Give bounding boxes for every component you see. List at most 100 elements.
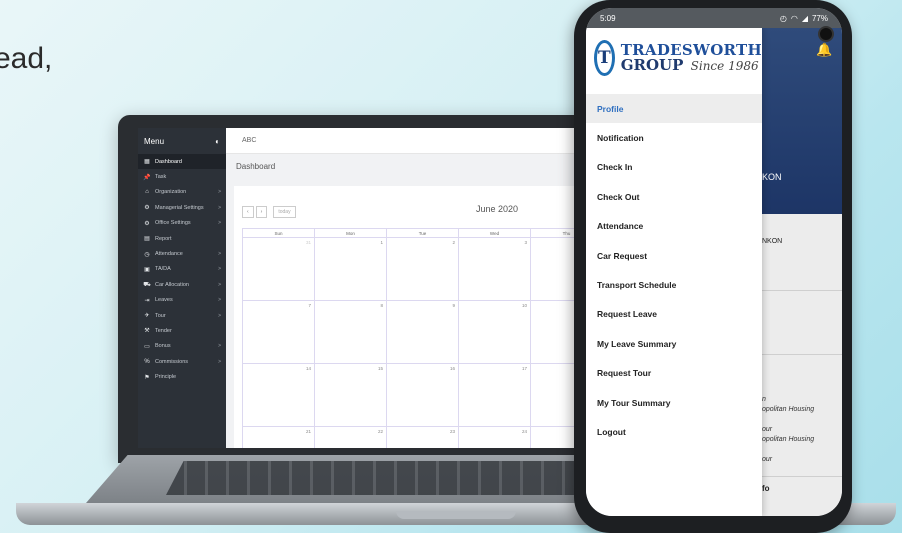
sidebar-item-label: Task [155,174,167,181]
content-line: NKON [762,238,783,245]
calendar-week-row: 21 22 23 24 [242,427,588,448]
menu-icon: ⚑ [144,374,150,381]
drawer-item[interactable]: Check Out [586,182,762,211]
sidebar-item[interactable]: ⌂ Organization > [138,185,226,200]
menu-icon: ◷ [144,251,150,258]
chevron-right-icon: > [218,266,221,273]
sidebar-item[interactable]: ⇥ Leaves > [138,293,226,308]
sidebar-item[interactable]: 📌 Task [138,169,226,184]
sidebar-item[interactable]: ▭ Bonus > [138,339,226,354]
app-topbar: ABC [226,128,588,154]
sidebar-item[interactable]: ⚑ Principle [138,369,226,384]
chevron-right-icon: > [218,189,221,196]
calendar-day-cell[interactable]: 16 [387,364,459,426]
sidebar-item[interactable]: ◷ Attendance > [138,246,226,261]
drawer-item[interactable]: Request Leave [586,300,762,329]
content-behind-drawer: NKON n opolitan Housing our opolitan Hou… [762,214,842,516]
sidebar-item[interactable]: % Commissions > [138,354,226,369]
calendar-day-cell[interactable]: 17 [459,364,531,426]
calendar-day-header: Sun Mon Tue Wed Thu [242,228,588,238]
calendar-day-cell[interactable]: 3 [459,238,531,300]
divider [762,354,842,355]
signal-icon: ◢ [801,13,808,23]
sidebar-item-label: Leaves [155,297,173,304]
calendar-day-cell[interactable]: 14 [243,364,315,426]
chevron-right-icon: > [218,297,221,304]
drawer-item[interactable]: Transport Schedule [586,270,762,299]
navigation-drawer: T TRADESWORTH GROUP Since 1986 Profile No… [586,28,762,516]
menu-icon: % [144,358,150,365]
calendar-day-cell[interactable]: 9 [387,301,459,363]
sidebar-item[interactable]: ▤ Report [138,231,226,246]
chevron-right-icon: > [218,358,221,365]
menu-icon: ✈ [144,313,150,320]
calendar-day-cell[interactable]: 21 [243,427,315,448]
drawer-item[interactable]: Request Tour [586,359,762,388]
drawer-item[interactable]: Attendance [586,212,762,241]
sidebar-item[interactable]: ✈ Tour > [138,308,226,323]
calendar-week-row: 7 8 9 10 [242,301,588,364]
bell-icon[interactable]: 🔔 [816,42,832,58]
calendar-day-cell[interactable]: 22 [315,427,387,448]
calendar-day-cell[interactable]: 10 [459,301,531,363]
content-line: our [762,426,773,433]
battery-text: 77% [811,13,828,23]
app-body: Dashboard ‹ › today June 2020 Sun Mon Tue W… [226,154,588,448]
drawer-item[interactable]: Notification [586,123,762,152]
logo-mark-icon: T [594,40,615,76]
sidebar-item-label: Tour [155,312,166,319]
sidebar-title: Menu [144,136,165,146]
calendar-day-cell[interactable]: 15 [315,364,387,426]
sidebar-item[interactable]: ⛟ Car Allocation > [138,277,226,292]
calendar-day-cell[interactable]: 2 [387,238,459,300]
sidebar-item[interactable]: ▣ TA/DA > [138,262,226,277]
chevron-right-icon: > [218,281,221,288]
sidebar-item[interactable]: ⚙ Office Settings > [138,216,226,231]
prev-month-button[interactable]: ‹ [242,206,254,218]
calendar-day-cell[interactable]: 23 [387,427,459,448]
sidebar-item-label: Car Allocation [155,281,189,288]
calendar-day-name: Mon [315,229,387,237]
calendar-card: ‹ › today June 2020 Sun Mon Tue Wed Thu 31 1 2… [234,186,588,448]
content-line: opolitan Housing [762,406,815,413]
content-line: fo [762,484,770,493]
calendar-day-cell[interactable]: 1 [315,238,387,300]
header-partial-text: KON [762,172,782,182]
menu-icon: ▦ [144,159,150,166]
drawer-item[interactable]: Check In [586,153,762,182]
sidebar-item-label: Tender [155,327,172,334]
today-button[interactable]: today [273,206,296,218]
drawer-item[interactable]: Profile [586,94,762,124]
calendar-day-cell[interactable]: 7 [243,301,315,363]
company-logo: T TRADESWORTH GROUP Since 1986 [586,28,762,88]
sidebar-item-label: Commissions [155,358,189,365]
menu-icon: ⚒ [144,328,150,335]
laptop-notch [396,511,516,519]
sidebar-item[interactable]: ⚙ Managerial Settings > [138,200,226,215]
drawer-item[interactable]: Logout [586,417,762,446]
sidebar-item[interactable]: ▦ Dashboard [138,154,226,170]
sidebar-item[interactable]: ⚒ Tender [138,323,226,338]
toggle-icon[interactable]: ◐ [215,137,220,146]
status-bar: 5:09 ◴ ◠ ◢ 77% [586,8,842,28]
calendar-day-cell[interactable]: 31 [243,238,315,300]
sidebar-item-label: Dashboard [155,158,182,165]
sidebar: Menu ◐ ▦ Dashboard 📌 Task ⌂ Organization > ⚙ Man… [138,128,226,448]
calendar-week-row: 14 15 16 17 [242,364,588,427]
sidebar-item-label: Office Settings [155,220,191,227]
next-month-button[interactable]: › [255,206,268,218]
drawer-item[interactable]: My Leave Summary [586,329,762,358]
calendar-nav: ‹ › today [242,206,296,218]
chevron-right-icon: > [218,204,221,211]
calendar-day-cell[interactable]: 24 [459,427,531,448]
phone-screen: 🔔 KON NKON n opolitan Housing our opolit… [586,8,842,516]
front-camera [818,26,834,42]
chevron-right-icon: > [218,312,221,319]
drawer-item[interactable]: Car Request [586,241,762,270]
sidebar-item-label: Report [155,235,172,242]
sidebar-item-label: Principle [155,374,177,381]
drawer-item[interactable]: My Tour Summary [586,388,762,417]
calendar-day-cell[interactable]: 8 [315,301,387,363]
menu-icon: ▭ [144,343,150,350]
chevron-right-icon: > [218,251,221,258]
